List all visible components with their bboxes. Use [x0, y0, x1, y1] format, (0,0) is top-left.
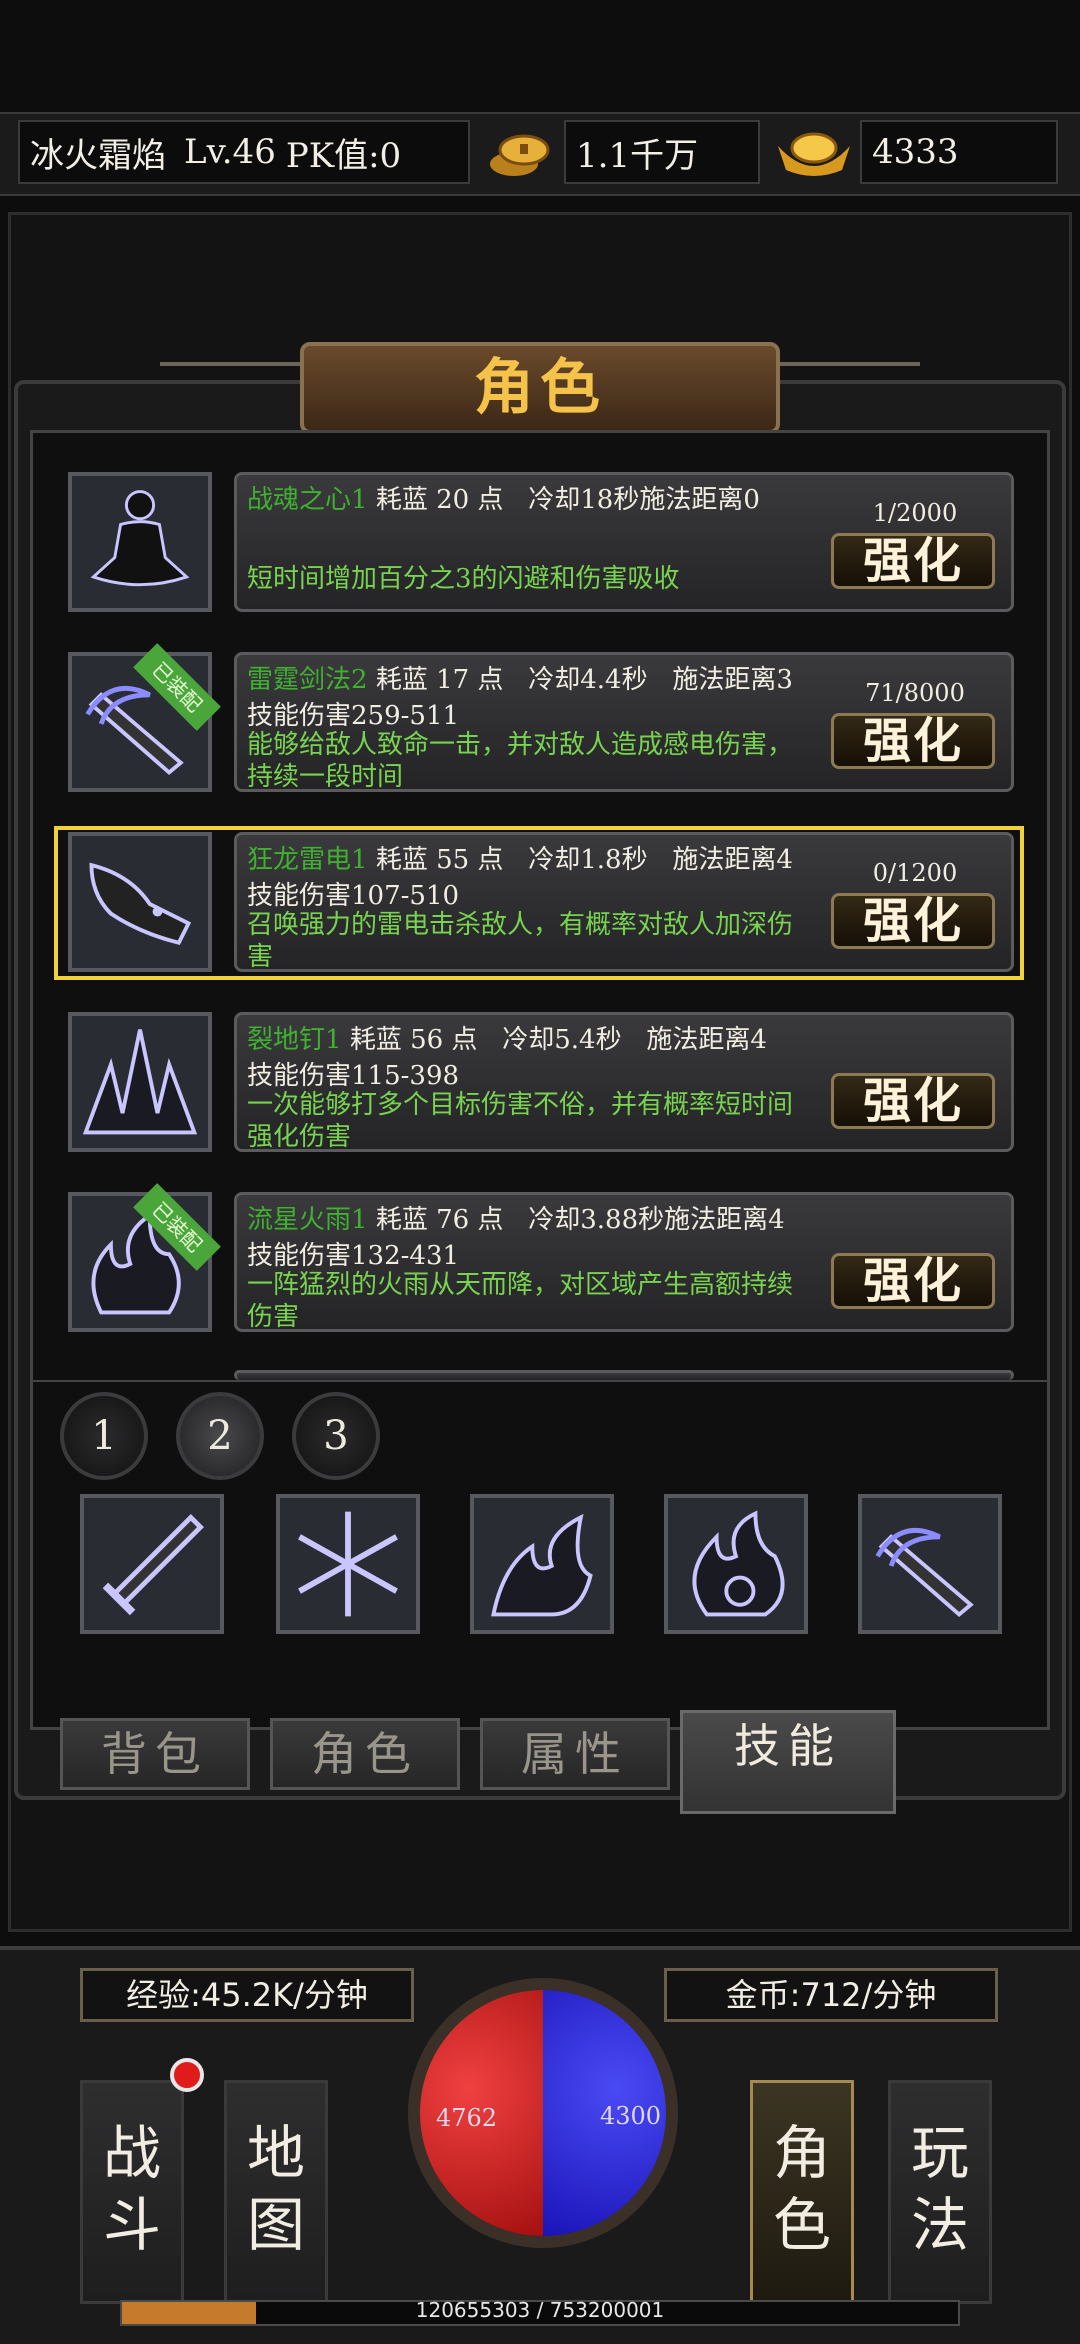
player-info: 冰火霜焰 Lv.46 PK值:0 — [18, 120, 470, 184]
skill-progress: 0/1200 — [872, 859, 958, 887]
notification-dot — [170, 2058, 204, 2092]
skill-cost: 耗蓝 56 点 — [349, 1025, 478, 1055]
skill-description: 一阵猛烈的火雨从天而降，对区域产生高额持续伤害 — [247, 1270, 794, 1332]
skill-cooldown: 冷却18秒 — [528, 485, 640, 515]
skill-cost: 耗蓝 76 点 — [375, 1205, 504, 1235]
sword-icon[interactable] — [80, 1494, 224, 1634]
gold-rate: 金币:712/分钟 — [664, 1968, 998, 2022]
skill-name: 战魂之心1 — [247, 485, 368, 515]
skill-description: 一次能够打多个目标伤害不俗，并有概率短时间强化伤害 — [247, 1090, 794, 1152]
skill-cost: 耗蓝 17 点 — [375, 665, 504, 695]
skill-progress: 71/8000 — [865, 679, 965, 707]
character-button[interactable]: 角色 — [750, 2080, 854, 2304]
skill-range: 施法距离3 — [672, 665, 793, 695]
gold-amount: 1.1千万 — [564, 120, 760, 184]
gold-coin-icon — [484, 126, 556, 180]
exp-rate: 经验:45.2K/分钟 — [80, 1968, 414, 2022]
skill-damage: 技能伤害132-431 — [247, 1241, 460, 1271]
fire-rain-icon[interactable]: 已装配 — [68, 1183, 221, 1332]
hp-mp-orb: 4762 4300 — [408, 1978, 678, 2248]
skill-description: 短时间增加百分之3的闪避和伤害吸收 — [247, 564, 680, 594]
tab-skills[interactable]: 技能 — [680, 1710, 896, 1814]
panel-title: 角色 — [300, 342, 780, 434]
thunder-sword-icon[interactable]: 已装配 — [68, 643, 221, 792]
exp-text: 120655303 / 753200001 — [415, 2298, 665, 2322]
skill-row-partial — [234, 1370, 1014, 1380]
skill-damage: 技能伤害107-510 — [247, 881, 460, 911]
map-button[interactable]: 地图 — [224, 2080, 328, 2304]
ingot-amount: 4333 — [860, 120, 1058, 184]
enhance-button[interactable]: 强化 — [831, 1073, 995, 1129]
skill-page-1-button[interactable]: 1 — [60, 1392, 148, 1480]
skill-name: 裂地钉1 — [247, 1025, 342, 1055]
skill-name: 狂龙雷电1 — [247, 845, 368, 875]
flame-swirl-icon[interactable] — [664, 1494, 808, 1634]
skill-cooldown: 冷却4.4秒 — [528, 665, 648, 695]
skill-damage: 技能伤害115-398 — [247, 1061, 460, 1091]
ground-spikes-icon[interactable] — [68, 1012, 212, 1152]
skill-page-2-button[interactable]: 2 — [176, 1392, 264, 1480]
enhance-button[interactable]: 强化 — [831, 713, 995, 769]
tab-character[interactable]: 角色 — [270, 1718, 460, 1790]
skill-cooldown: 冷却1.8秒 — [528, 845, 648, 875]
skill-description: 召唤强力的雷电击杀敌人，有概率对敌人加深伤害 — [247, 910, 794, 972]
enhance-button[interactable]: 强化 — [831, 533, 995, 589]
player-level: Lv.46 — [184, 132, 276, 172]
ingot-icon — [772, 126, 856, 182]
snowflake-icon[interactable] — [276, 1494, 420, 1634]
skill-name: 雷霆剑法2 — [247, 665, 368, 695]
skill-row-5: 流星火雨1 耗蓝 76 点 冷却3.88秒施法距离4 技能伤害132-431 一… — [234, 1192, 1014, 1332]
skill-row-2: 雷霆剑法2 耗蓝 17 点 冷却4.4秒 施法距离3 技能伤害259-511 能… — [234, 652, 1014, 792]
skill-range: 施法距离4 — [664, 1205, 785, 1235]
skill-range: 施法距离4 — [672, 845, 793, 875]
skill-row-3: 狂龙雷电1 耗蓝 55 点 冷却1.8秒 施法距离4 技能伤害107-510 召… — [234, 832, 1014, 972]
enhance-button[interactable]: 强化 — [831, 893, 995, 949]
skill-range: 施法距离4 — [646, 1025, 767, 1055]
skill-cost: 耗蓝 20 点 — [375, 485, 504, 515]
list-divider — [30, 1380, 1050, 1382]
dragon-head-icon[interactable] — [68, 832, 212, 972]
skill-page-3-button[interactable]: 3 — [292, 1392, 380, 1480]
skill-description: 能够给敌人致命一击，并对敌人造成感电伤害，持续一段时间 — [247, 730, 794, 792]
skill-cooldown: 冷却5.4秒 — [502, 1025, 622, 1055]
skill-row-4: 裂地钉1 耗蓝 56 点 冷却5.4秒 施法距离4 技能伤害115-398 一次… — [234, 1012, 1014, 1152]
skill-progress: 1/2000 — [872, 499, 958, 527]
title-wing-right — [780, 362, 920, 406]
skill-cooldown: 冷却3.88秒 — [528, 1205, 665, 1235]
title-wing-left — [160, 362, 300, 406]
player-name: 冰火霜焰 — [30, 135, 166, 176]
skill-range: 施法距离0 — [639, 485, 760, 515]
skill-name: 流星火雨1 — [247, 1205, 368, 1235]
tab-bag[interactable]: 背包 — [60, 1718, 250, 1790]
meditation-icon[interactable] — [68, 472, 212, 612]
tab-attributes[interactable]: 属性 — [480, 1718, 670, 1790]
thunder-sword-icon[interactable] — [858, 1494, 1002, 1634]
pk-value: PK值:0 — [285, 135, 402, 176]
gameplay-button[interactable]: 玩法 — [888, 2080, 992, 2304]
skill-row-1: 战魂之心1 耗蓝 20 点 冷却18秒施法距离0 短时间增加百分之3的闪避和伤害… — [234, 472, 1014, 612]
battle-button[interactable]: 战斗 — [80, 2080, 184, 2304]
mp-value: 4300 — [600, 2102, 662, 2130]
enhance-button[interactable]: 强化 — [831, 1253, 995, 1309]
fire-claw-icon[interactable] — [470, 1494, 614, 1634]
skill-damage: 技能伤害259-511 — [247, 701, 460, 731]
hp-value: 4762 — [436, 2104, 498, 2132]
skill-cost: 耗蓝 55 点 — [375, 845, 504, 875]
